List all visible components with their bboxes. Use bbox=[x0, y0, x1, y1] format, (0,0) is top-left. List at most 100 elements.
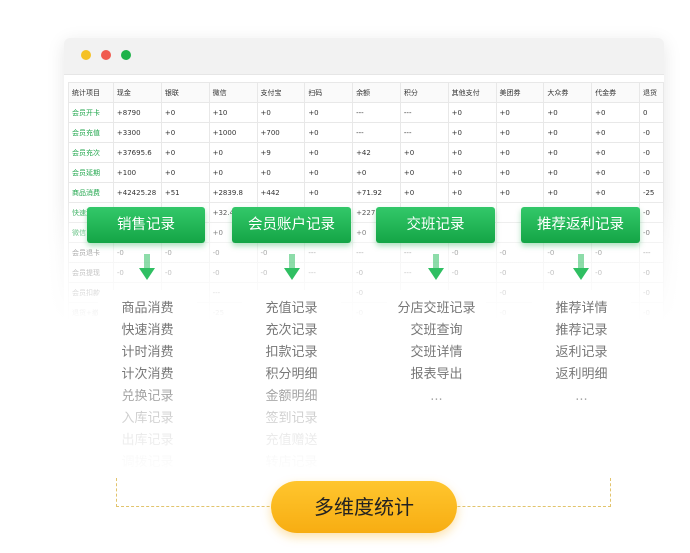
table-row: 会员充值 +3300 +0 +1000 +700 +0 --- --- +0 +0 +0 +0 -0 bbox=[68, 122, 664, 143]
record-link[interactable]: 计次消费 bbox=[98, 364, 197, 386]
table-cell: +0 bbox=[591, 102, 640, 123]
record-link[interactable]: 交班详情 bbox=[387, 342, 486, 364]
column-header: 积分 bbox=[399, 82, 449, 103]
table-cell: +0 bbox=[495, 122, 545, 143]
record-link[interactable]: 推荐详情 bbox=[532, 298, 631, 320]
table-cell: +0 bbox=[160, 122, 210, 143]
record-link[interactable]: ... bbox=[387, 386, 486, 408]
column-header: 现金 bbox=[112, 82, 162, 103]
table-cell: +0 bbox=[495, 102, 545, 123]
window-titlebar bbox=[64, 38, 664, 75]
referral-rebate-records-card: 推荐详情 推荐记录 返利记录 返利明细... bbox=[532, 290, 631, 475]
record-link[interactable]: ... bbox=[532, 386, 631, 408]
column-header: 退货 bbox=[638, 82, 664, 103]
table-cell: -0 bbox=[638, 162, 664, 183]
table-cell: +0 bbox=[447, 122, 497, 143]
table-cell: +0 bbox=[591, 122, 640, 143]
table-cell: --- bbox=[352, 122, 401, 143]
record-link[interactable]: 商品消费 bbox=[98, 298, 197, 320]
table-cell: +0 bbox=[352, 162, 401, 183]
record-link[interactable]: 入库记录 bbox=[98, 408, 197, 430]
table-cell: +42 bbox=[352, 142, 401, 163]
table-cell: +0 bbox=[160, 102, 210, 123]
table-cell: +1000 bbox=[208, 122, 258, 143]
row-label[interactable]: 会员开卡 bbox=[68, 102, 114, 123]
table-cell: +0 bbox=[543, 142, 593, 163]
table-cell: +0 bbox=[543, 162, 593, 183]
multi-dimension-stats-button[interactable]: 多维度统计 bbox=[271, 481, 457, 533]
column-header: 代金券 bbox=[591, 82, 640, 103]
table-cell: +0 bbox=[591, 142, 640, 163]
record-link[interactable]: 出库记录 bbox=[98, 430, 197, 452]
table-cell: +0 bbox=[160, 142, 210, 163]
table-cell: +700 bbox=[256, 122, 306, 143]
record-link[interactable]: 金额明细 bbox=[242, 386, 341, 408]
table-cell: +0 bbox=[399, 162, 449, 183]
column-header: 支付宝 bbox=[256, 82, 306, 103]
table-cell: +0 bbox=[447, 102, 497, 123]
table-cell: +0 bbox=[160, 162, 210, 183]
record-link[interactable]: 充次记录 bbox=[242, 320, 341, 342]
down-arrow-icon bbox=[284, 254, 300, 280]
minimize-dot-icon[interactable] bbox=[81, 50, 91, 60]
table-cell: +0 bbox=[304, 102, 354, 123]
record-link[interactable]: 转店记录 bbox=[242, 452, 341, 474]
record-link[interactable]: 积分明细 bbox=[242, 364, 341, 386]
table-cell: --- bbox=[399, 122, 449, 143]
table-cell: +0 bbox=[495, 162, 545, 183]
table-cell: +0 bbox=[591, 162, 640, 183]
record-link[interactable]: 扣款记录 bbox=[242, 342, 341, 364]
table-cell: +0 bbox=[304, 162, 354, 183]
sales-records-card: 商品消费 快速消费 计时消费 计次消费 兑换记录 入库记录 出库记录 调拨记录 bbox=[98, 290, 197, 475]
record-link[interactable]: 兑换记录 bbox=[98, 386, 197, 408]
column-header: 银联 bbox=[160, 82, 210, 103]
table-cell: +100 bbox=[112, 162, 162, 183]
table-cell: 0 bbox=[638, 102, 664, 123]
record-link[interactable]: 计时消费 bbox=[98, 342, 197, 364]
row-label[interactable]: 会员充次 bbox=[68, 142, 114, 163]
column-header: 余额 bbox=[352, 82, 401, 103]
column-header: 微信 bbox=[208, 82, 258, 103]
record-link[interactable]: 充值赠送 bbox=[242, 430, 341, 452]
record-link[interactable]: 充值记录 bbox=[242, 298, 341, 320]
record-link[interactable]: 快速消费 bbox=[98, 320, 197, 342]
table-cell: -0 bbox=[638, 122, 664, 143]
close-dot-icon[interactable] bbox=[101, 50, 111, 60]
table-cell: +0 bbox=[208, 162, 258, 183]
table-cell: +0 bbox=[256, 102, 306, 123]
down-arrow-icon bbox=[573, 254, 589, 280]
table-cell: +37695.6 bbox=[112, 142, 162, 163]
row-label[interactable]: 会员充值 bbox=[68, 122, 114, 143]
table-cell: +0 bbox=[304, 142, 354, 163]
record-link[interactable]: 推荐记录 bbox=[532, 320, 631, 342]
table-cell: +0 bbox=[304, 122, 354, 143]
record-link[interactable]: 返利明细 bbox=[532, 364, 631, 386]
member-account-records-banner[interactable]: 会员账户记录 bbox=[232, 207, 351, 243]
column-header: 扫码 bbox=[304, 82, 354, 103]
down-arrow-icon bbox=[139, 254, 155, 280]
sales-records-banner[interactable]: 销售记录 bbox=[87, 207, 205, 243]
record-link[interactable]: 签到记录 bbox=[242, 408, 341, 430]
table-cell: +0 bbox=[495, 142, 545, 163]
referral-rebate-records-banner[interactable]: 推荐返利记录 bbox=[521, 207, 640, 243]
column-header: 其他支付 bbox=[447, 82, 497, 103]
row-label[interactable]: 会员延期 bbox=[68, 162, 114, 183]
record-link[interactable]: 分店交班记录 bbox=[387, 298, 486, 320]
table-cell: +0 bbox=[543, 102, 593, 123]
column-header: 统计项目 bbox=[68, 82, 114, 103]
maximize-dot-icon[interactable] bbox=[121, 50, 131, 60]
table-cell: +0 bbox=[399, 142, 449, 163]
table-cell: +0 bbox=[447, 142, 497, 163]
table-cell: +0 bbox=[543, 122, 593, 143]
record-link[interactable]: 交班查询 bbox=[387, 320, 486, 342]
record-link[interactable]: 调拨记录 bbox=[98, 452, 197, 474]
table-row: 会员充次 +37695.6 +0 +0 +9 +0 +42 +0 +0 +0 +0 +0 -0 bbox=[68, 142, 664, 163]
table-cell: +3300 bbox=[112, 122, 162, 143]
table-cell: +10 bbox=[208, 102, 258, 123]
table-cell: +0 bbox=[208, 142, 258, 163]
shift-records-banner[interactable]: 交班记录 bbox=[376, 207, 495, 243]
record-link[interactable]: 报表导出 bbox=[387, 364, 486, 386]
record-link[interactable]: 返利记录 bbox=[532, 342, 631, 364]
table-header-row: 统计项目 现金 银联 微信 支付宝 扫码 余额 积分 其他支付 美团券 大众券 代金券 退货 bbox=[68, 82, 664, 103]
table-cell: --- bbox=[399, 102, 449, 123]
